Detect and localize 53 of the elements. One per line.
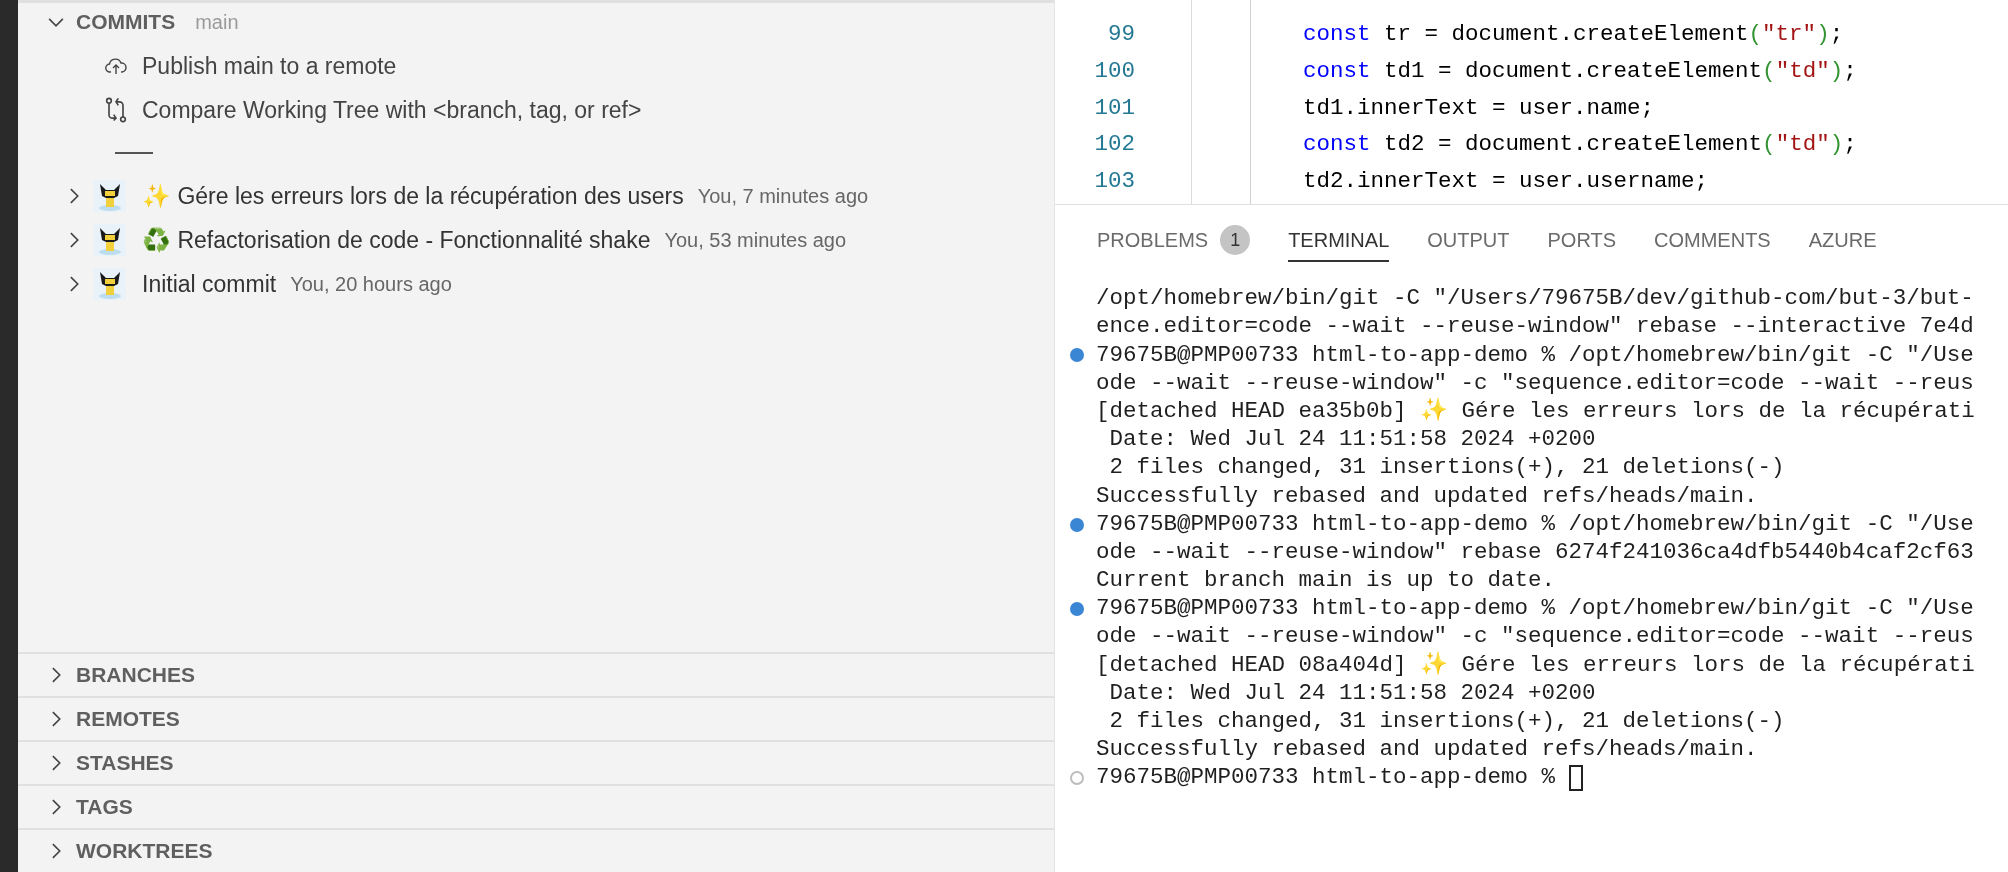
code-line: td1.innerText = user.name; [1302, 93, 1655, 123]
code-line: td2.innerText = user.username; [1302, 166, 1709, 196]
terminal-line: ode --wait --reuse-window" rebase 6274f241036ca4dfb5440b4caf2cf63 [1096, 537, 1974, 567]
terminal-line: [detached HEAD 08a404d] ✨ Gére les erreurs lors de la récupérati [1096, 650, 1975, 680]
action-item[interactable]: Compare Working Tree with <branch, tag, or ref> [142, 92, 642, 128]
commit-message[interactable]: ♻ Refactorisation de code - Fonctionnalité shake [142, 222, 651, 258]
section-title[interactable]: WORKTREES [76, 835, 213, 867]
terminal-line: 79675B@PMP00733 html-to-app-demo % /opt/homebrew/bin/git -C "/Use [1096, 340, 1974, 370]
avatar-icon [94, 224, 126, 256]
code-line: const tr = document.createElement("tr"); [1302, 20, 1844, 50]
avatar-icon [94, 180, 126, 212]
section-title[interactable]: TAGS [76, 791, 133, 823]
terminal-line: /opt/homebrew/bin/git -C "/Users/79675B/dev/github-com/but-3/but- [1096, 284, 1974, 314]
terminal-line: 79675B@PMP00733 html-to-app-demo % [1096, 763, 1557, 793]
action-item[interactable]: Publish main to a remote [142, 48, 397, 84]
terminal-line: Date: Wed Jul 24 11:51:58 2024 +0200 [1108, 425, 1596, 455]
terminal-line: ode --wait --reuse-window" -c "sequence.editor=code --wait --reus [1096, 368, 1974, 397]
line-number: 99 [1107, 20, 1135, 50]
panel-tab[interactable]: AZURE [1808, 220, 1877, 262]
section-title[interactable]: BRANCHES [76, 659, 195, 691]
branch-name: main [195, 10, 239, 35]
commit-meta: You, 20 hours ago [290, 272, 452, 297]
panel-tab[interactable]: PROBLEMS 1 [1097, 220, 1251, 262]
line-number: 103 [1093, 166, 1135, 196]
section-title[interactable]: REMOTES [76, 703, 180, 735]
terminal-line: [detached HEAD ea35b0b] ✨ Gére les erreurs lors de la récupérati [1096, 396, 1975, 426]
terminal-line: 79675B@PMP00733 html-to-app-demo % /opt/homebrew/bin/git -C "/Use [1096, 509, 1974, 539]
section-title[interactable]: STASHES [76, 747, 174, 779]
code-line: const td1 = document.createElement("td"); [1302, 57, 1857, 86]
terminal-line: Date: Wed Jul 24 11:51:58 2024 +0200 [1108, 678, 1596, 708]
terminal-line: Successfully rebased and updated refs/heads/main. [1096, 481, 1758, 511]
terminal-line: ence.editor=code --wait --reuse-window" rebase --interactive 7e4d [1096, 312, 1974, 342]
avatar-icon [94, 268, 126, 300]
terminal-line: 79675B@PMP00733 html-to-app-demo % /opt/homebrew/bin/git -C "/Use [1096, 594, 1974, 624]
terminal-line: Successfully rebased and updated refs/heads/main. [1096, 735, 1758, 765]
commit-message[interactable]: Initial commit [142, 266, 277, 302]
panel-tab[interactable]: OUTPUT [1427, 220, 1510, 262]
panel-tab[interactable]: PORTS [1547, 220, 1617, 262]
line-number: 100 [1093, 57, 1135, 86]
terminal-line: ode --wait --reuse-window" -c "sequence.editor=code --wait --reus [1096, 622, 1974, 651]
count-badge: 1 [1220, 225, 1251, 255]
terminal-line: 2 files changed, 31 insertions(+), 21 deletions(-) [1108, 453, 1785, 483]
commit-meta: You, 7 minutes ago [697, 184, 869, 209]
terminal-line: 2 files changed, 31 insertions(+), 21 deletions(-) [1108, 707, 1785, 737]
line-number: 101 [1093, 93, 1135, 123]
line-number: 102 [1093, 130, 1135, 160]
commit-message[interactable]: ✨ Gére les erreurs lors de la récupération des users [142, 178, 684, 214]
code-line: const td2 = document.createElement("td"); [1302, 130, 1857, 160]
section-title[interactable]: COMMITS [76, 6, 176, 38]
commit-meta: You, 53 minutes ago [664, 228, 847, 253]
terminal-line: Current branch main is up to date. [1096, 566, 1556, 596]
panel-tab[interactable]: TERMINAL [1288, 220, 1390, 262]
panel-tab[interactable]: COMMENTS [1654, 220, 1771, 262]
